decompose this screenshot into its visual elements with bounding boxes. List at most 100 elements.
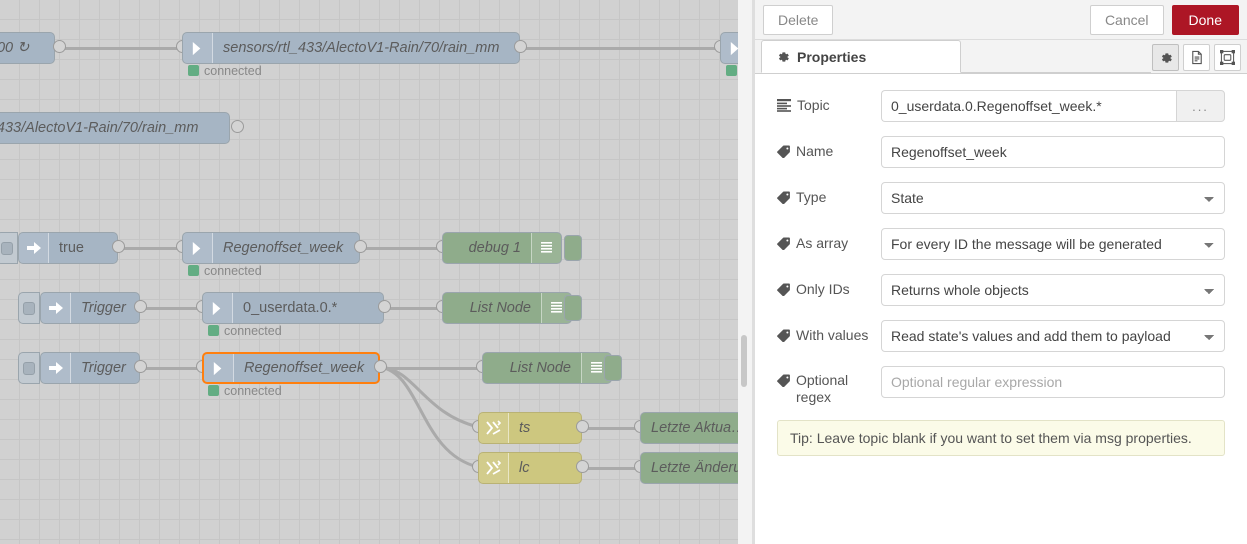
tab-properties[interactable]: Properties [761,40,961,73]
tag-icon [777,372,790,391]
node-change-lc[interactable]: lc [478,452,582,484]
delete-button[interactable]: Delete [763,4,834,35]
only-ids-select[interactable]: Returns whole objects [881,274,1225,306]
port-output[interactable] [134,360,147,373]
node-iob-userdata[interactable]: 0_userdata.0.* [202,292,384,324]
node-inject-true[interactable]: true [18,232,118,264]
port-output[interactable] [134,300,147,313]
type-label: Type [777,189,881,208]
node-red-editor-window: …nday00 ↻ sensors/rtl_433/AlectoV1-Rain/… [0,0,1247,544]
status-dot [726,65,737,76]
optional-regex-label: Optional regex [777,366,881,406]
optional-regex-label-text: Optional regex [796,372,849,405]
node-letzte-aenderung[interactable]: Letzte Änderu… [640,452,752,484]
mqtt-out-arrow-icon [183,33,213,63]
name-label: Name [777,143,881,162]
topic-label-text: Topic [797,96,830,113]
node-list-node-2[interactable]: List Node [482,352,612,384]
inject-trigger-button[interactable] [0,232,18,264]
debug-toggle-button[interactable] [564,235,582,261]
as-array-label-text: As array [796,234,849,251]
gear-icon [1159,51,1173,65]
node-change-ts[interactable]: ts [478,412,582,444]
name-label-text: Name [796,142,834,159]
port-output[interactable] [53,40,66,53]
status-text: connected [204,264,262,278]
optional-regex-input[interactable] [881,366,1225,398]
node-label: List Node [469,300,531,316]
cancel-button[interactable]: Cancel [1089,4,1164,35]
wire-trigger2-to-regen [140,367,202,370]
node-label: List Node [509,360,571,376]
only-ids-label-text: Only IDs [796,280,850,297]
node-label: debug 1 [468,240,521,256]
node-mqtt-rain-in[interactable]: …s/rtl_433/AlectoV1-Rain/70/rain_mm [0,112,230,144]
port-output[interactable] [354,240,367,253]
topic-label: Topic [777,97,881,116]
tag-icon [777,189,790,208]
document-icon [1190,50,1204,65]
port-output[interactable] [576,420,589,433]
node-list-node-1[interactable]: List Node [442,292,572,324]
canvas-vertical-scrollbar[interactable] [741,335,747,387]
only-ids-label: Only IDs [777,281,881,300]
topic-input[interactable] [881,90,1176,122]
status-dot [188,265,199,276]
description-document-icon-button[interactable] [1183,44,1210,71]
port-output[interactable] [514,40,527,53]
dialog-tab-icon-group [1152,44,1241,71]
list-bars-icon [777,97,791,116]
node-iob-regen-2-selected[interactable]: Regenoffset_week [202,352,380,384]
node-label: sensors/rtl_433/AlectoV1-Rain/70/rain_mm [223,40,500,56]
type-label-text: Type [796,188,827,205]
with-values-select[interactable]: Read state's values and add them to payl… [881,320,1225,352]
status-dot [188,65,199,76]
node-label: lc [519,460,530,476]
with-values-control: Read state's values and add them to payl… [881,320,1225,352]
appearance-icon-button[interactable] [1214,44,1241,71]
form-row-type: Type State [777,182,1225,214]
debug-toggle-button[interactable] [604,355,622,381]
port-output[interactable] [112,240,125,253]
port-output[interactable] [378,300,391,313]
node-letzte-aktualisierung[interactable]: Letzte Aktua… [640,412,752,444]
form-row-as-array: As array For every ID the message will b… [777,228,1225,260]
node-edit-dialog: Delete Cancel Done Properties Topic 0_us… [755,0,1247,544]
port-output[interactable] [374,360,387,373]
port-output[interactable] [576,460,589,473]
node-label: Regenoffset_week [223,240,344,256]
flow-canvas[interactable]: …nday00 ↻ sensors/rtl_433/AlectoV1-Rain/… [0,0,752,544]
tag-icon [777,235,790,254]
node-iob-regen-1[interactable]: Regenoffset_week [182,232,360,264]
topic-browse-button[interactable]: ... [1176,90,1225,122]
node-mqtt-rain-out[interactable]: sensors/rtl_433/AlectoV1-Rain/70/rain_mm [182,32,520,64]
type-select[interactable]: State [881,182,1225,214]
inject-arrow-icon [19,233,49,263]
node-label: ts [519,420,531,436]
node-debug-1[interactable]: debug 1 [442,232,562,264]
node-inject-sunday[interactable]: …nday00 ↻ [0,32,55,64]
port-output[interactable] [231,120,244,133]
change-node-icon [479,413,509,443]
dialog-toolbar: Delete Cancel Done [755,0,1247,40]
inject-trigger-button[interactable] [18,352,40,384]
debug-lines-icon [531,233,561,263]
form-row-name: Name [777,136,1225,168]
canvas-right-gutter [738,0,752,544]
iobroker-in-arrow-icon [204,354,234,382]
as-array-select[interactable]: For every ID the message will be generat… [881,228,1225,260]
inject-trigger-button[interactable] [18,292,40,324]
done-button[interactable]: Done [1171,4,1239,35]
node-inject-trigger-2[interactable]: Trigger [40,352,140,384]
status-dot [208,325,219,336]
wire-true-to-iob [118,247,182,250]
tag-icon [777,143,790,162]
dialog-tab-bar: Properties [755,40,1247,74]
node-label: Letzte Aktua… [651,420,746,436]
name-input[interactable] [881,136,1225,168]
node-label: …s/rtl_433/AlectoV1-Rain/70/rain_mm [0,120,199,136]
node-inject-trigger-1[interactable]: Trigger [40,292,140,324]
as-array-label: As array [777,235,881,254]
debug-toggle-button[interactable] [564,295,582,321]
properties-gear-icon-button[interactable] [1152,44,1179,71]
